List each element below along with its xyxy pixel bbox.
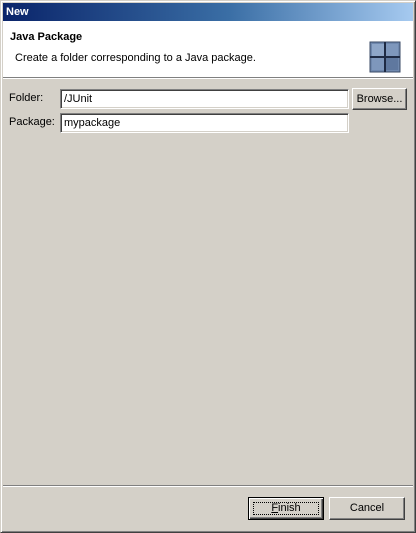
package-label: Package:	[9, 116, 55, 128]
wizard-banner: Java Package Create a folder correspondi…	[3, 21, 413, 78]
title-bar[interactable]: New	[3, 3, 413, 21]
package-field[interactable]	[60, 113, 349, 133]
finish-label-rest: inish	[278, 502, 301, 514]
finish-button[interactable]: Finish	[248, 497, 324, 520]
footer-separator	[3, 485, 413, 487]
folder-row: Folder: Browse...	[9, 88, 407, 110]
browse-button[interactable]: Browse...	[352, 88, 407, 110]
folder-label: Folder:	[9, 92, 44, 104]
page-title: Java Package	[10, 31, 83, 43]
new-wizard-dialog: New Java Package Create a folder corresp…	[0, 0, 416, 533]
window-title: New	[6, 6, 29, 18]
package-row: Package:	[9, 113, 407, 133]
page-description: Create a folder corresponding to a Java …	[15, 52, 256, 64]
folder-field[interactable]	[60, 89, 349, 109]
finish-label: Finish	[271, 502, 300, 514]
package-wizard-icon	[369, 41, 401, 73]
cancel-button[interactable]: Cancel	[329, 497, 405, 520]
